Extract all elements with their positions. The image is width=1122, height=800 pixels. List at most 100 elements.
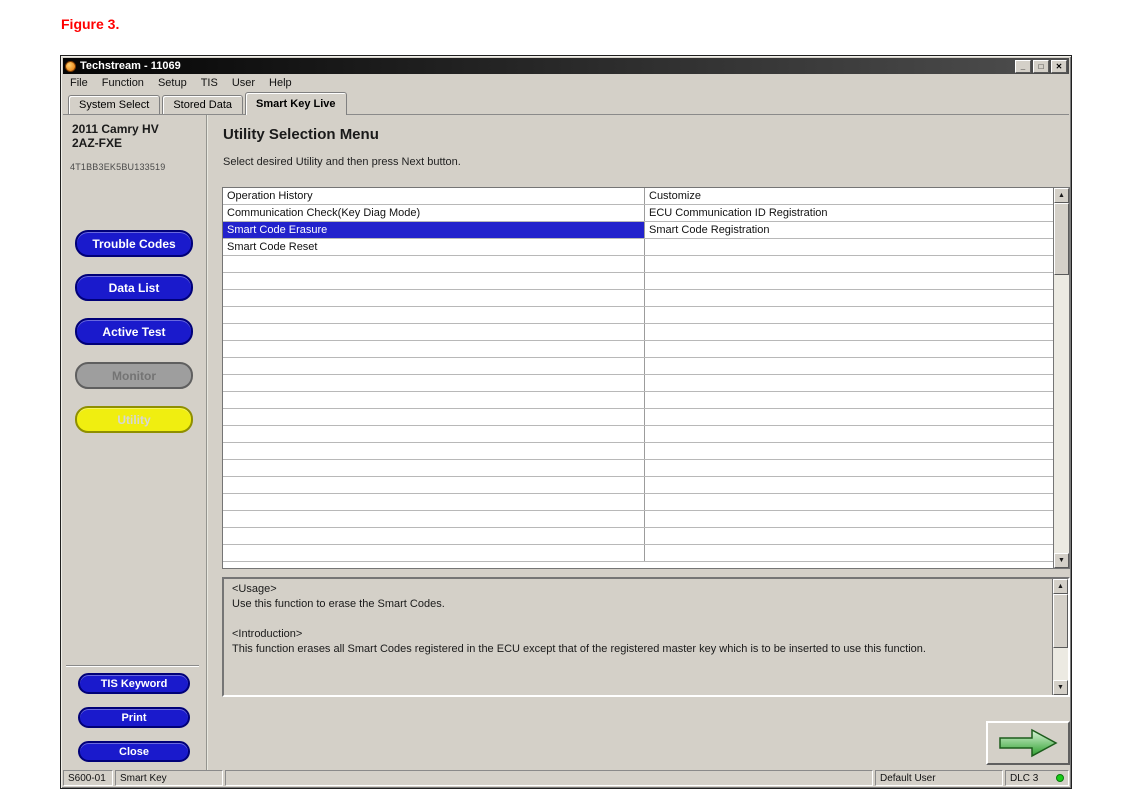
menu-item-tis[interactable]: TIS [194,77,225,89]
sidebar: 2011 Camry HV 2AZ-FXE 4T1BB3EK5BU133519 … [63,115,208,770]
maximize-button[interactable]: □ [1033,60,1049,73]
utility-cell-left [223,375,645,391]
scrollbar-thumb[interactable] [1053,594,1068,648]
utility-cell-right [645,528,1053,544]
table-row [223,341,1053,358]
utility-button[interactable]: Utility [75,406,193,433]
table-row [223,494,1053,511]
table-row[interactable]: Operation History Customize [223,188,1053,205]
tab-system-select[interactable]: System Select [68,95,160,114]
utility-cell-left[interactable]: Operation History [223,188,645,204]
usage-scrollbar[interactable] [1052,579,1068,695]
status-user: Default User [875,770,1003,786]
tab-stored-data[interactable]: Stored Data [162,95,243,114]
tis-keyword-button[interactable]: TIS Keyword [78,673,190,694]
menu-item-help[interactable]: Help [262,77,299,89]
utility-cell-left [223,528,645,544]
usage-text: <Usage> Use this function to erase the S… [224,579,1051,695]
utility-cell-left [223,392,645,408]
data-list-button[interactable]: Data List [75,274,193,301]
utility-cell-right [645,290,1053,306]
table-row [223,307,1053,324]
scroll-up-icon[interactable] [1054,188,1069,203]
page: Figure 3. Techstream - 11069 _ □ ✕ File … [0,0,1122,800]
utility-cell-right[interactable] [645,239,1053,255]
utility-cell-left [223,341,645,357]
utility-cell-right [645,273,1053,289]
usage-line: Use this function to erase the Smart Cod… [232,597,1043,612]
vehicle-model: 2011 Camry HV [72,122,159,136]
menu-item-user[interactable]: User [225,77,262,89]
table-row [223,545,1053,562]
tab-smart-key-live[interactable]: Smart Key Live [245,92,346,115]
menu-item-setup[interactable]: Setup [151,77,194,89]
minimize-button[interactable]: _ [1015,60,1031,73]
utility-cell-left [223,443,645,459]
trouble-codes-button[interactable]: Trouble Codes [75,230,193,257]
table-row[interactable]: Smart Code Reset [223,239,1053,256]
next-button[interactable] [986,721,1070,765]
table-row [223,324,1053,341]
utility-cell-right [645,511,1053,527]
scroll-up-icon[interactable] [1053,579,1068,594]
utility-cell-left [223,426,645,442]
table-row [223,528,1053,545]
utility-cell-left[interactable]: Smart Code Reset [223,239,645,255]
status-message [225,770,873,786]
utility-cell-selected[interactable]: Smart Code Erasure [223,222,645,238]
utility-cell-right [645,409,1053,425]
status-function-name: Smart Key [115,770,223,786]
table-row [223,358,1053,375]
tab-bar: System Select Stored Data Smart Key Live [63,91,1069,115]
table-row[interactable]: Communication Check(Key Diag Mode) ECU C… [223,205,1053,222]
menu-item-file[interactable]: File [63,77,95,89]
print-button[interactable]: Print [78,707,190,728]
utility-cell-left[interactable]: Communication Check(Key Diag Mode) [223,205,645,221]
utility-cell-right [645,307,1053,323]
connection-indicator-icon [1056,774,1064,782]
table-row [223,392,1053,409]
utility-cell-right[interactable]: Smart Code Registration [645,222,1053,238]
status-dlc-label: DLC 3 [1010,773,1038,784]
table-row [223,443,1053,460]
status-dlc: DLC 3 [1005,770,1069,786]
utility-cell-right[interactable]: ECU Communication ID Registration [645,205,1053,221]
usage-description-box: <Usage> Use this function to erase the S… [222,577,1070,697]
utility-cell-right [645,375,1053,391]
utility-cell-right [645,358,1053,374]
status-bar: S600-01 Smart Key Default User DLC 3 [63,770,1069,786]
utility-cell-left [223,511,645,527]
utility-cell-left [223,409,645,425]
vehicle-info: 2011 Camry HV 2AZ-FXE [72,122,159,150]
table-row [223,290,1053,307]
menu-bar: File Function Setup TIS User Help [63,75,1069,90]
usage-line: <Introduction> [232,627,1043,642]
table-row[interactable]: Smart Code Erasure Smart Code Registrati… [223,222,1053,239]
table-scrollbar[interactable] [1053,188,1069,568]
active-test-button[interactable]: Active Test [75,318,193,345]
app-window: Techstream - 11069 _ □ ✕ File Function S… [60,55,1072,789]
menu-item-function[interactable]: Function [95,77,151,89]
table-row [223,375,1053,392]
utility-cell-left [223,358,645,374]
table-row [223,426,1053,443]
utility-cell-left [223,290,645,306]
vehicle-vin: 4T1BB3EK5BU133519 [70,162,165,172]
monitor-button[interactable]: Monitor [75,362,193,389]
content-area: 2011 Camry HV 2AZ-FXE 4T1BB3EK5BU133519 … [63,115,1069,770]
close-window-button[interactable]: ✕ [1051,60,1067,73]
scrollbar-thumb[interactable] [1054,203,1069,275]
utility-cell-left [223,324,645,340]
page-title: Utility Selection Menu [223,126,379,143]
page-instruction: Select desired Utility and then press Ne… [223,156,461,168]
close-button[interactable]: Close [78,741,190,762]
scroll-down-icon[interactable] [1053,680,1068,695]
utility-cell-right[interactable]: Customize [645,188,1053,204]
utility-cell-right [645,426,1053,442]
title-bar: Techstream - 11069 _ □ ✕ [63,58,1069,74]
utility-cell-left [223,477,645,493]
utility-cell-right [645,477,1053,493]
app-icon [65,61,76,72]
scroll-down-icon[interactable] [1054,553,1069,568]
table-row [223,273,1053,290]
